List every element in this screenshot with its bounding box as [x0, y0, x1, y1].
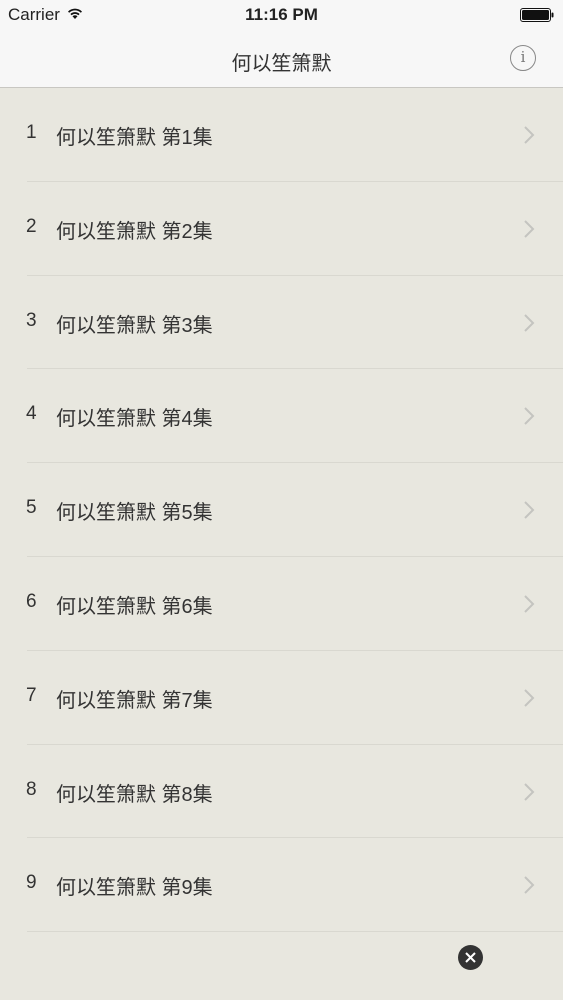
episode-number: 3: [26, 309, 37, 331]
episode-title: 何以笙箫默 第7集: [56, 689, 213, 712]
status-time: 11:16 PM: [245, 5, 318, 24]
list-item[interactable]: 2 何以笙箫默 第2集: [0, 182, 563, 276]
status-bar: Carrier 11:16 PM: [0, 0, 563, 30]
episode-title: 何以笙箫默 第8集: [56, 783, 213, 806]
episode-number: 7: [26, 684, 37, 706]
episode-number: 8: [26, 778, 37, 800]
chevron-right-icon: [524, 689, 535, 707]
list-item[interactable]: 8 何以笙箫默 第8集: [0, 745, 563, 839]
row-divider: [27, 931, 563, 933]
episode-title: 何以笙箫默 第1集: [56, 127, 213, 149]
list-item[interactable]: 5 何以笙箫默 第5集: [0, 463, 563, 557]
chevron-right-icon: [524, 782, 535, 801]
episode-number: 2: [26, 215, 37, 237]
navigation-bar: 何以笙箫默 i: [0, 30, 563, 88]
list-item[interactable]: 3 何以笙箫默 第3集: [0, 276, 563, 370]
episode-title: 何以笙箫默 第6集: [56, 595, 213, 618]
list-item[interactable]: 6 何以笙箫默 第6集: [0, 557, 563, 651]
episode-title: 何以笙箫默 第9集: [56, 877, 213, 900]
episode-number: 9: [26, 872, 37, 894]
episode-title: 何以笙箫默 第4集: [56, 408, 213, 431]
info-icon[interactable]: i: [510, 45, 536, 71]
battery-full-icon: [520, 8, 554, 22]
episode-title: 何以笙箫默 第3集: [56, 314, 213, 337]
chevron-right-icon: [524, 407, 535, 426]
episode-list: 1 何以笙箫默 第1集 2 何以笙箫默 第2集 3 何以笙箫默 第3集 4 何以笙箫默 第4集…: [0, 88, 563, 933]
episode-number: 4: [26, 403, 37, 425]
chevron-right-icon: [524, 595, 535, 613]
episode-title: 何以笙箫默 第2集: [56, 220, 213, 243]
episode-number: 1: [26, 122, 37, 143]
list-item[interactable]: 7 何以笙箫默 第7集: [0, 651, 563, 745]
episode-number: 5: [26, 497, 37, 519]
page-title: 何以笙箫默: [231, 53, 332, 75]
episode-number: 6: [26, 590, 37, 612]
episode-title: 何以笙箫默 第5集: [56, 502, 213, 525]
chevron-right-icon: [524, 220, 535, 238]
chevron-right-icon: [524, 501, 535, 519]
list-item[interactable]: 1 何以笙箫默 第1集: [0, 88, 563, 182]
chevron-right-icon: [524, 876, 535, 895]
close-circle-icon[interactable]: [458, 945, 483, 970]
list-item[interactable]: 9 何以笙箫默 第9集: [0, 838, 563, 933]
chevron-right-icon: [524, 126, 535, 144]
list-item[interactable]: 4 何以笙箫默 第4集: [0, 369, 563, 464]
chevron-right-icon: [524, 313, 535, 332]
